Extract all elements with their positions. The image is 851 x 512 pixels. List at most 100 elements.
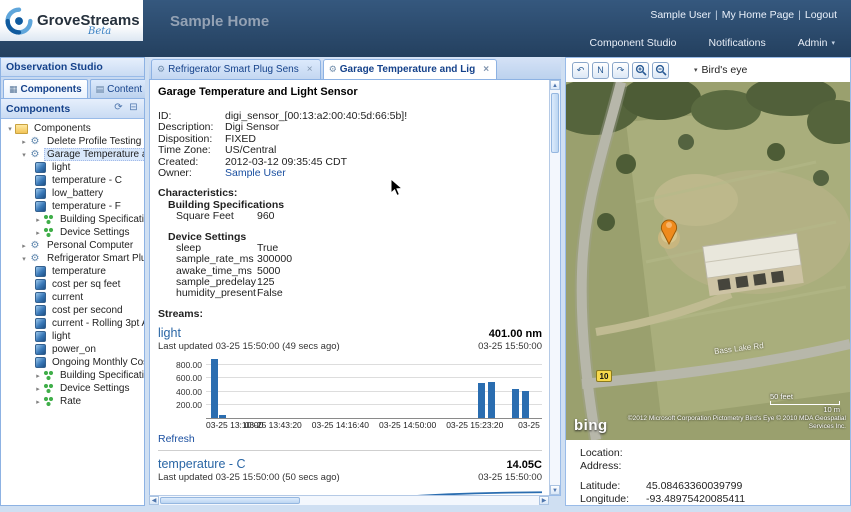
tree-item-label: Building Specifications — [57, 213, 144, 226]
setting-label: humidity_present — [176, 288, 257, 299]
stream-icon — [35, 175, 46, 186]
x-axis-label: 03-25 15:23:20 — [446, 420, 503, 430]
rotate-left-icon[interactable]: ↶ — [572, 62, 589, 79]
grovestreams-app: GroveStreams Beta Sample Home Sample Use… — [0, 0, 851, 512]
tab-garage-temperature-and-lig[interactable]: ⚙Garage Temperature and Lig× — [323, 59, 497, 79]
tree-item-refrigerator-smart-plug-se[interactable]: ▾⚙Refrigerator Smart Plug Se... — [1, 252, 144, 265]
zoom-in-icon[interactable] — [632, 62, 649, 79]
main-tab-strip: ⚙Refrigerator Smart Plug Sens×⚙Garage Te… — [149, 57, 561, 80]
tree-item-light[interactable]: light — [1, 161, 144, 174]
collapse-arrow-icon[interactable]: ▾ — [19, 255, 29, 263]
setting-row: sample_rate_ms300000 — [176, 254, 542, 265]
close-tab-icon[interactable]: × — [481, 64, 491, 75]
scrollbar-thumb[interactable] — [160, 497, 300, 504]
refresh-icon[interactable]: ⟳ — [111, 101, 126, 116]
collapse-arrow-icon[interactable]: ▾ — [19, 151, 29, 159]
beta-label: Beta — [88, 26, 111, 37]
logo[interactable]: GroveStreams Beta — [0, 0, 143, 41]
stream-last-updated: Last updated 03-25 15:50:00 (50 secs ago… — [158, 472, 340, 483]
tree-item-cost-per-second[interactable]: cost per second — [1, 304, 144, 317]
compass-north-icon[interactable]: N — [592, 62, 609, 79]
info-value: 45.08463360039799 — [646, 481, 742, 493]
tree-item-temperature-f[interactable]: temperature - F — [1, 200, 144, 213]
grovestreams-logo-icon — [5, 7, 33, 35]
my-home-page-link[interactable]: My Home Page — [722, 9, 794, 21]
tree-item-garage-temperature-and-li[interactable]: ▾⚙Garage Temperature and Li... — [1, 148, 144, 161]
tree-item-personal-computer[interactable]: ▸⚙Personal Computer — [1, 239, 144, 252]
stream-timestamp: 03-25 15:50:00 — [478, 472, 542, 483]
top-nav: Component Studio Notifications Admin▾ — [590, 37, 835, 49]
scroll-up-icon[interactable]: ▲ — [550, 80, 560, 90]
tree-item-device-settings[interactable]: ▸Device Settings — [1, 382, 144, 395]
tab-refrigerator-smart-plug-sens[interactable]: ⚙Refrigerator Smart Plug Sens× — [151, 59, 321, 79]
user-name-link[interactable]: Sample User — [650, 9, 711, 21]
nav-component-studio[interactable]: Component Studio — [590, 37, 677, 49]
expand-arrow-icon[interactable]: ▸ — [33, 229, 43, 237]
tree-item-building-specifications[interactable]: ▸ Building Specifications — [1, 213, 144, 226]
tree-item-label: current — [49, 291, 86, 304]
sidebar-tab-content[interactable]: ▤Content — [90, 79, 149, 98]
tree-item-temperature[interactable]: temperature — [1, 265, 144, 278]
stream-name[interactable]: temperature - C — [158, 457, 246, 471]
zoom-out-icon[interactable] — [652, 62, 669, 79]
field-row: ID:digi_sensor_[00:13:a2:00:40:5d:66:5b]… — [158, 111, 542, 122]
tree-item-light[interactable]: light — [1, 330, 144, 343]
location-info: Location:Address:Latitude:45.08463360039… — [566, 440, 850, 505]
components-panel-title: Components — [6, 103, 111, 115]
tree-item-rate[interactable]: ▸ Rate — [1, 395, 144, 408]
scroll-right-icon[interactable]: ▶ — [539, 496, 549, 505]
map-canvas[interactable]: 10 Bass Lake Rd 50 feet 10 m ©2012 Micro… — [566, 82, 850, 440]
grid-icon: ▦ — [9, 84, 18, 95]
data-bar — [219, 415, 226, 418]
logout-link[interactable]: Logout — [805, 9, 837, 21]
rotate-right-icon[interactable]: ↷ — [612, 62, 629, 79]
stream-name[interactable]: light — [158, 326, 181, 340]
vertical-scrollbar[interactable]: ▲ ▼ — [549, 80, 560, 495]
nav-notifications[interactable]: Notifications — [709, 37, 766, 49]
tree-item-low-battery[interactable]: low_battery — [1, 187, 144, 200]
tree-item-current-rolling-3pt-avg[interactable]: current - Rolling 3pt Avg — [1, 317, 144, 330]
tree-item-cost-per-sq-feet[interactable]: cost per sq feet — [1, 278, 144, 291]
map-view-dropdown[interactable]: ▾ Bird's eye — [694, 64, 747, 76]
expand-arrow-icon[interactable]: ▸ — [33, 398, 43, 406]
sidebar-tabs: ▦Components▤Content — [1, 77, 144, 99]
stream-icon — [35, 279, 46, 290]
tree-item-temperature-c[interactable]: temperature - C — [1, 174, 144, 187]
expand-arrow-icon[interactable]: ▸ — [33, 385, 43, 393]
tree-item-components[interactable]: ▾ Components — [1, 122, 144, 135]
tree-item-label: Rate — [57, 395, 84, 408]
tree-item-power-on[interactable]: power_on — [1, 343, 144, 356]
device-settings-heading: Device Settings — [168, 231, 542, 243]
sidebar-tab-components[interactable]: ▦Components — [3, 79, 88, 98]
y-axis-label: 400.00 — [158, 387, 202, 397]
expand-arrow-icon[interactable]: ▸ — [33, 372, 43, 380]
collapse-all-icon[interactable]: ⊟ — [126, 101, 141, 116]
component-icon: ⚙ — [329, 64, 337, 75]
horizontal-scrollbar[interactable]: ◀ ▶ — [149, 495, 549, 505]
main-panel: ⚙Refrigerator Smart Plug Sens×⚙Garage Te… — [149, 57, 561, 506]
close-tab-icon[interactable]: × — [305, 64, 315, 75]
tree-item-ongoing-monthly-cost[interactable]: Ongoing Monthly Cost (... — [1, 356, 144, 369]
refresh-link[interactable]: Refresh — [158, 433, 195, 445]
expand-arrow-icon[interactable]: ▸ — [33, 216, 43, 224]
scroll-down-icon[interactable]: ▼ — [550, 485, 560, 495]
owner-link[interactable]: Sample User — [225, 168, 286, 179]
tree-item-current[interactable]: current — [1, 291, 144, 304]
tree-item-delete-profile-testing[interactable]: ▸⚙Delete Profile Testing — [1, 135, 144, 148]
expand-arrow-icon[interactable]: ▸ — [19, 242, 29, 250]
components-panel-header: Components ⟳ ⊟ — [1, 99, 144, 119]
field-label: Owner: — [158, 168, 225, 179]
collapse-arrow-icon[interactable]: ▾ — [5, 125, 15, 133]
tree-item-label: Components — [31, 122, 94, 135]
field-row: Time Zone:US/Central — [158, 145, 542, 156]
observation-studio-header[interactable]: Observation Studio — [1, 58, 144, 77]
tree-item-label: cost per sq feet — [49, 278, 123, 291]
expand-arrow-icon[interactable]: ▸ — [19, 138, 29, 146]
component-title: Garage Temperature and Light Sensor — [158, 86, 542, 98]
bing-logo[interactable]: bing — [574, 417, 608, 434]
scroll-left-icon[interactable]: ◀ — [149, 496, 159, 505]
tree-item-building-specifications[interactable]: ▸Building Specifications — [1, 369, 144, 382]
tree-item-device-settings[interactable]: ▸Device Settings — [1, 226, 144, 239]
nav-admin[interactable]: Admin▾ — [798, 37, 835, 49]
scrollbar-thumb[interactable] — [551, 93, 559, 153]
